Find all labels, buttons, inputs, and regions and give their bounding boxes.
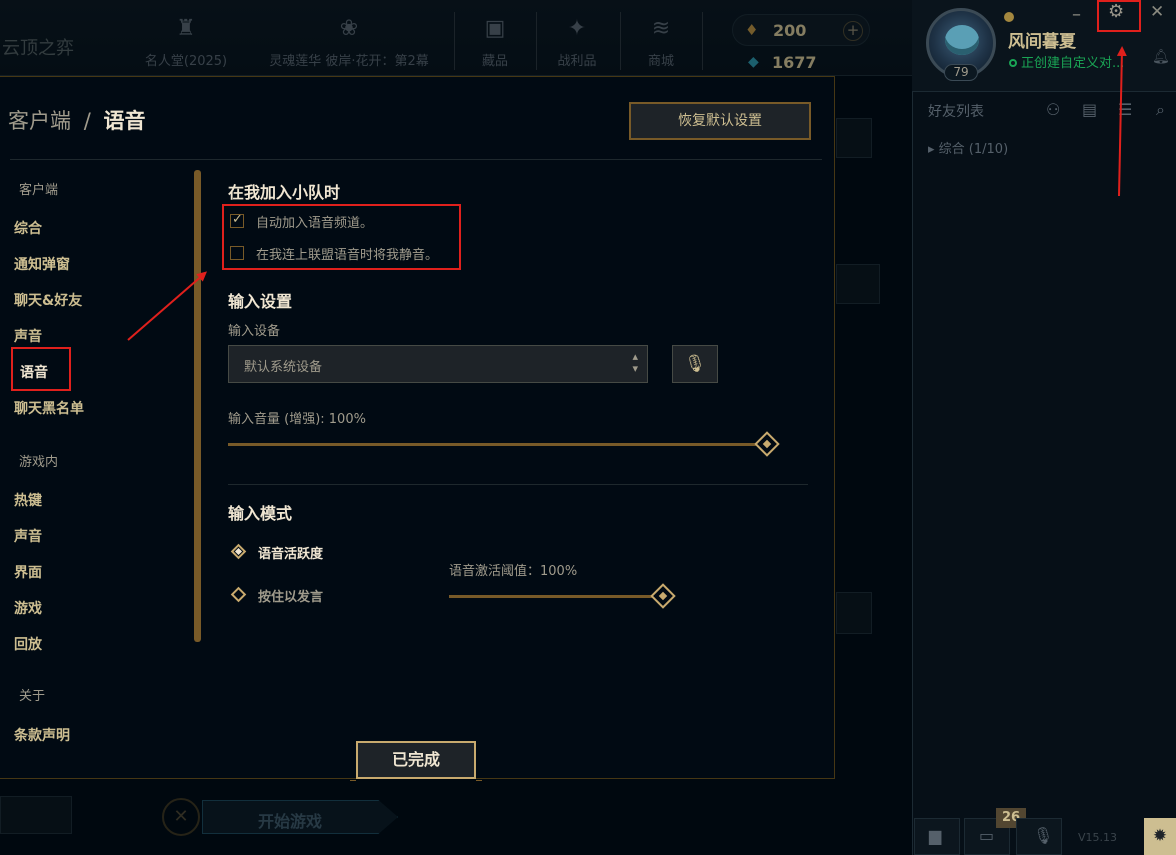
list-icon[interactable]: ☰ [1118,100,1132,119]
done-button-wrap: 已完成 [350,741,482,781]
friends-group-label: 综合 (1/10) [938,142,1009,157]
annotation-highlight-voice [11,347,71,391]
sidebar-item-chat-blocklist[interactable]: 聊天黑名单 [14,398,84,418]
add-folder-icon[interactable]: ▤ [1082,100,1097,119]
breadcrumb-parent: 客户端 [8,109,71,133]
push-to-talk-label[interactable]: 按住以发言 [258,586,323,605]
done-button[interactable]: 已完成 [356,741,476,779]
chat-button[interactable]: ▆ [914,818,960,855]
input-device-label: 输入设备 [228,324,281,339]
client-version: V15.13 [1078,831,1118,844]
avatar-portrait [945,25,979,55]
bug-report-button[interactable]: ✹ [1144,818,1176,855]
voice-activity-label[interactable]: 语音活跃度 [258,543,323,562]
voice-button[interactable]: 🎙︎ [1016,818,1062,855]
status-dot-icon [1009,59,1017,67]
input-device-select[interactable]: 默认系统设备 ▴ ▾ [228,345,648,383]
sidebar-item-general[interactable]: 综合 [14,218,42,238]
sidebar-item-chat-friends[interactable]: 聊天&好友 [14,290,82,310]
summoner-status: 正创建自定义对... [1009,52,1124,71]
microphone-icon: 🎙︎ [684,354,706,374]
sidebar-item-replay[interactable]: 回放 [14,634,42,654]
sidebar-item-notifications[interactable]: 通知弹窗 [14,254,70,274]
mode-section-title: 输入模式 [228,504,293,523]
mic-icon: 🎙︎ [1033,826,1054,845]
threshold-track[interactable] [449,595,655,598]
sidebar-item-terms[interactable]: 条款声明 [14,725,70,745]
sidebar-group-client: 客户端 [19,183,59,198]
search-icon[interactable]: ⌕ [1156,100,1165,120]
done-ornament [476,767,482,781]
add-friend-icon[interactable]: ⚇ [1046,100,1060,119]
summoner-level: 79 [944,64,978,81]
title-divider [10,159,822,160]
bug-icon: ✹ [1152,826,1168,846]
threshold-label: 语音激活阈值：100% [449,564,578,579]
chat-icon: ▆ [929,826,942,845]
voice-activity-radio[interactable] [230,543,247,560]
annotation-highlight-party-options [222,204,461,270]
sidebar-item-game[interactable]: 游戏 [14,598,42,618]
sidebar-item-game-sound[interactable]: 声音 [14,526,42,546]
restore-defaults-button[interactable]: 恢复默认设置 [629,102,811,140]
minimize-button[interactable]: – [1072,4,1081,25]
sidebar-item-sound[interactable]: 声音 [14,326,42,346]
updown-arrows-icon: ▴ ▾ [632,350,638,375]
input-section-title: 输入设置 [228,292,293,311]
notification-dot [1004,12,1014,22]
sidebar-scrollbar[interactable] [194,170,201,642]
input-volume-label: 输入音量 (增强): 100% [228,412,366,427]
monitor-icon: ▭ [979,826,995,845]
close-icon[interactable]: ✕ [1150,2,1164,22]
sidebar-group-ingame: 游戏内 [19,455,59,470]
friends-group[interactable]: ▸ 综合 (1/10) [928,138,1008,157]
friends-list-title: 好友列表 [928,104,984,120]
settings-modal: 客户端 / 语音 恢复默认设置 客户端 综合 通知弹窗 聊天&好友 声音 语音 … [0,76,835,781]
mic-test-button[interactable]: 🎙︎ [672,345,718,383]
input-device-value: 默认系统设备 [244,360,323,375]
status-text: 正创建自定义对... [1021,56,1125,71]
party-section-title: 在我加入小队时 [228,183,341,202]
summoner-name[interactable]: 风间暮夏 [1008,27,1076,52]
sidebar-item-interface[interactable]: 界面 [14,562,42,582]
sidebar-group-about: 关于 [19,689,46,704]
social-panel [912,0,1176,855]
input-volume-track[interactable] [228,443,760,446]
breadcrumb: 客户端 / 语音 [8,105,145,135]
breadcrumb-current: 语音 [103,109,146,133]
threshold-handle[interactable] [650,583,676,609]
push-to-talk-radio[interactable] [230,586,247,603]
annotation-highlight-settings-gear [1097,0,1141,32]
bell-icon[interactable]: 🔔︎ [1152,49,1170,65]
breadcrumb-separator: / [83,109,91,133]
section-divider [228,484,808,485]
sidebar-item-hotkeys[interactable]: 热键 [14,490,42,510]
input-volume-handle[interactable] [754,431,780,457]
